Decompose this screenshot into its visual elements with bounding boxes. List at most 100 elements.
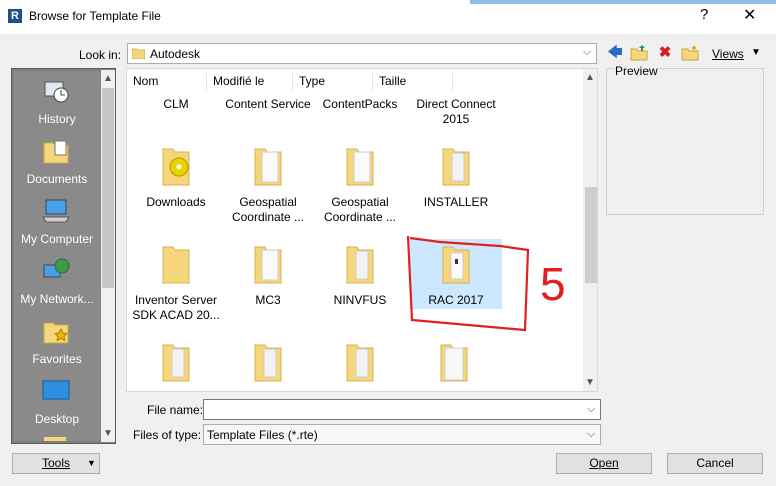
window-title: Browse for Template File [29,9,161,23]
folder-icon [442,246,470,284]
place-label: History [38,112,76,126]
folder-item[interactable]: Direct Connect 2015 [410,97,502,129]
folder-icon[interactable] [345,343,375,383]
folder-icon [132,48,145,59]
cancel-button-label: Cancel [696,456,734,470]
file-type-dropdown[interactable]: Template Files (*.rte) ⌵ [203,424,601,445]
folder-icon[interactable] [161,343,191,383]
column-header-type[interactable]: Type [293,73,373,91]
revit-app-icon: R [8,9,22,23]
scroll-thumb[interactable] [585,187,597,283]
history-icon [44,81,69,103]
place-label: Desktop [34,412,80,426]
preview-label: Preview [614,64,659,78]
scroll-up-icon[interactable]: ▲ [585,72,595,83]
folder-name: NINVFUS [333,293,387,307]
computer-icon [42,199,70,223]
look-in-value: Autodesk [150,47,201,61]
folder-item[interactable]: ContentPacks [314,97,406,129]
folder-name: Geospatial Coordinate ... [231,195,305,224]
folder-item[interactable]: MC3 [222,243,314,325]
folder-icon [442,148,470,186]
scroll-up-icon[interactable]: ▲ [103,73,113,84]
views-button[interactable]: Views [712,47,744,61]
file-name-input[interactable]: ⌵ [203,399,601,420]
open-button[interactable]: Open [556,453,652,474]
folder-icon [346,246,374,284]
folder-name: MC3 [255,293,281,307]
scroll-thumb[interactable] [102,88,114,288]
views-dropdown-arrow-icon[interactable]: ▼ [751,47,761,58]
folder-icon[interactable] [253,343,283,383]
place-label: Favorites [32,352,82,366]
place-my-network[interactable]: My Network... [14,251,100,311]
folder-name: Downloads [146,195,206,209]
folder-item[interactable]: NINVFUS [314,243,406,325]
place-my-computer[interactable]: My Computer [14,191,100,251]
place-label: Documents [26,172,88,186]
chevron-down-icon: ⌵ [587,428,596,440]
folder-name: INSTALLER [423,195,489,209]
column-header-size[interactable]: Taille [373,73,453,91]
folder-icon [346,148,374,186]
place-label: My Computer [20,232,94,246]
folder-downloads-icon [162,148,190,186]
folder-icon [44,437,66,441]
place-documents[interactable]: Documents [14,131,100,191]
folder-name: Inventor Server SDK ACAD 20... [132,293,220,322]
place-label: My Network... [20,292,94,306]
folder-name: Geospatial Coordinate ... [323,195,397,224]
folder-item[interactable]: Content Service [222,97,314,129]
folder-item[interactable]: Downloads [130,147,222,229]
chevron-down-icon: ▼ [87,458,96,468]
look-in-dropdown[interactable]: Autodesk ⌵ [127,43,597,64]
tools-button-label: Tools [41,456,70,470]
open-button-label: Open [589,456,619,470]
column-header-name[interactable]: Nom [127,73,207,91]
help-button[interactable]: ? [700,6,708,23]
favorites-icon [43,322,69,344]
file-list-scrollbar[interactable]: ▲ ▼ [583,69,597,391]
folder-name: RAC 2017 [428,293,484,307]
chevron-down-icon: ⌵ [583,46,592,58]
desktop-icon [42,380,70,400]
folder-name: Direct Connect 2015 [416,97,496,126]
place-history[interactable]: History [14,71,100,131]
folder-item[interactable]: CLM [130,97,222,129]
folder-item[interactable]: Inventor Server SDK ACAD 20... [130,243,222,325]
folder-name: CLM [163,97,189,111]
folder-item-selected[interactable]: RAC 2017 [410,239,502,309]
up-folder-icon[interactable] [630,44,648,62]
places-list: History Documents My Computer My Network… [14,71,100,441]
folder-item[interactable]: Geospatial Coordinate ... [222,147,314,229]
file-type-label: Files of type: [133,428,202,442]
folder-icon [254,148,282,186]
column-header-modified[interactable]: Modifié le [207,73,293,91]
documents-icon [43,140,69,164]
back-icon[interactable]: 🡄 [606,44,624,62]
cancel-button[interactable]: Cancel [667,453,763,474]
new-folder-icon[interactable] [681,44,699,62]
file-type-value: Template Files (*.rte) [207,428,318,442]
delete-icon[interactable]: ✖ [656,44,674,62]
chevron-down-icon[interactable]: ⌵ [587,403,595,416]
tools-button[interactable]: Tools ▼ [12,453,100,474]
folder-name: Content Service [225,97,311,111]
place-desktop[interactable]: Desktop [14,371,100,431]
look-in-label: Look in: [79,48,122,62]
places-bar: History Documents My Computer My Network… [11,68,116,444]
place-favorites[interactable]: Favorites [14,311,100,371]
close-button[interactable]: ✕ [743,5,756,25]
network-icon [43,258,70,278]
places-scrollbar[interactable]: ▲ ▼ [101,70,115,442]
folder-icon [162,246,190,284]
background-window-strip [470,0,776,4]
folder-icon [254,246,282,284]
folder-name: ContentPacks [322,97,398,111]
folder-item[interactable]: Geospatial Coordinate ... [314,147,406,229]
file-list: Nom Modifié le Type Taille CLM Content S… [126,68,598,392]
folder-icon[interactable] [439,343,469,383]
folder-item[interactable]: INSTALLER [410,147,502,229]
scroll-down-icon[interactable]: ▼ [585,377,595,388]
scroll-down-icon[interactable]: ▼ [103,428,113,439]
